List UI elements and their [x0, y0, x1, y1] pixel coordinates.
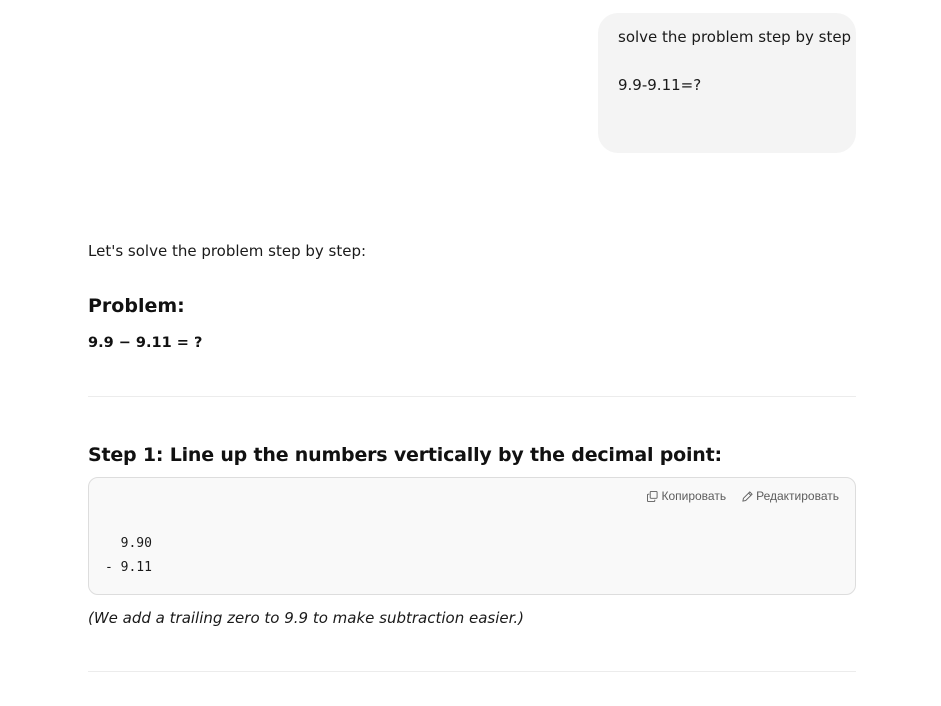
section-divider — [88, 396, 856, 397]
code-line-2: - 9.11 — [105, 560, 152, 575]
user-message-line-1: solve the problem step by step — [618, 28, 852, 46]
copy-icon — [647, 490, 659, 502]
pencil-icon — [742, 490, 753, 502]
section-divider — [88, 671, 856, 672]
copy-code-button[interactable]: Копировать — [647, 489, 726, 503]
code-line-1: 9.90 — [105, 536, 152, 551]
edit-code-label: Редактировать — [756, 489, 839, 503]
step1-note: (We add a trailing zero to 9.9 to make s… — [88, 609, 525, 627]
copy-code-label: Копировать — [661, 489, 727, 503]
assistant-response: Let's solve the problem step by step: Pr… — [88, 240, 856, 672]
code-content: 9.90 - 9.11 — [105, 532, 152, 580]
code-block: Копировать Редактировать 9.90 - 9.11 — [88, 477, 856, 595]
response-intro: Let's solve the problem step by step: — [88, 242, 367, 260]
problem-expression: 9.9 − 9.11 = ? — [88, 335, 203, 351]
problem-heading: Problem: — [88, 295, 185, 317]
step1-heading: Step 1: Line up the numbers vertically b… — [88, 444, 722, 466]
code-toolbar: Копировать Редактировать — [647, 489, 839, 503]
edit-code-button[interactable]: Редактировать — [742, 489, 839, 503]
user-message-line-2: 9.9-9.11=? — [618, 76, 702, 94]
user-message-bubble: solve the problem step by step 9.9-9.11=… — [598, 13, 856, 153]
